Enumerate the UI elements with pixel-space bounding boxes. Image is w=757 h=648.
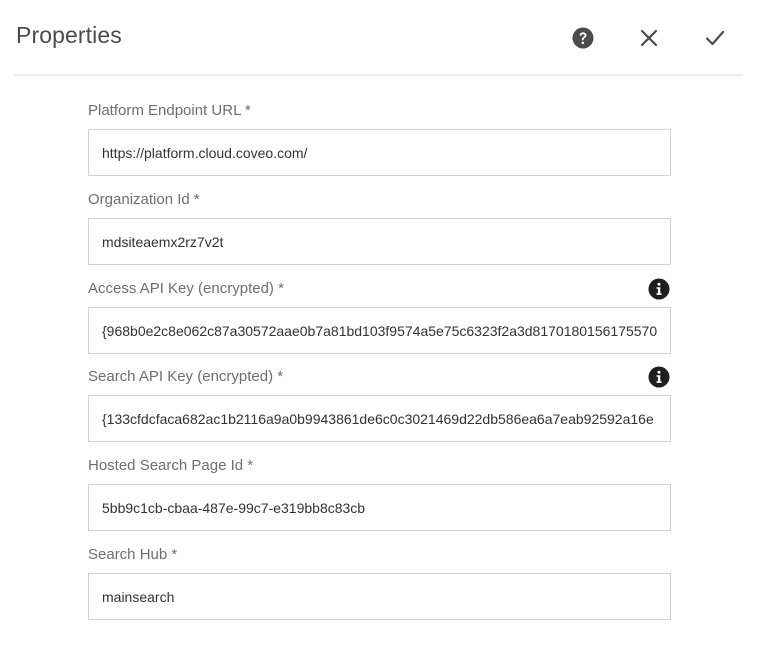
hosted-search-page-id-label: Hosted Search Page Id * — [88, 457, 254, 474]
info-icon[interactable] — [648, 366, 670, 388]
close-icon — [640, 29, 658, 47]
search-hub-label: Search Hub * — [88, 546, 178, 563]
access-api-key-input[interactable] — [88, 307, 671, 354]
organization-id-input[interactable] — [88, 218, 671, 265]
close-button[interactable] — [633, 22, 665, 54]
properties-dialog: Properties Platform Endpoint URL * Organ… — [0, 0, 757, 648]
info-icon[interactable] — [648, 278, 670, 300]
search-api-key-label: Search API Key (encrypted) * — [88, 368, 284, 385]
search-hub-input[interactable] — [88, 573, 671, 620]
search-api-key-input[interactable] — [88, 395, 671, 442]
platform-endpoint-url-input[interactable] — [88, 129, 671, 176]
hosted-search-page-id-input[interactable] — [88, 484, 671, 531]
platform-endpoint-url-label: Platform Endpoint URL * — [88, 102, 251, 119]
done-button[interactable] — [699, 22, 731, 54]
organization-id-label: Organization Id * — [88, 191, 200, 208]
access-api-key-label: Access API Key (encrypted) * — [88, 280, 284, 297]
help-icon — [572, 27, 594, 49]
dialog-header: Properties — [14, 0, 743, 76]
dialog-title: Properties — [16, 22, 122, 48]
checkmark-icon — [705, 30, 725, 46]
help-button[interactable] — [567, 22, 599, 54]
